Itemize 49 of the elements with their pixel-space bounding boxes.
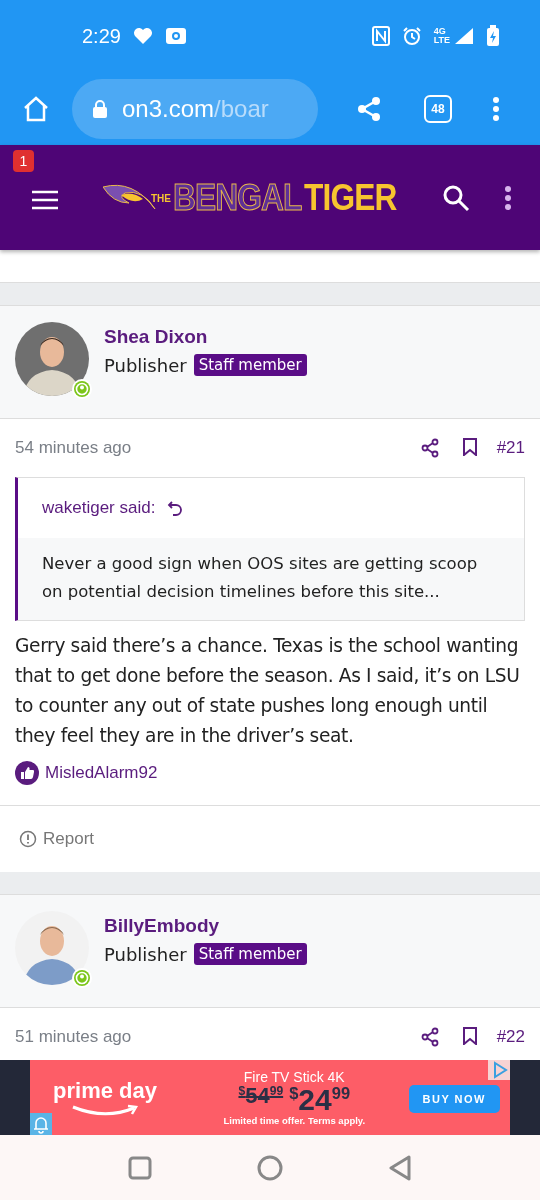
more-icon[interactable] — [504, 185, 512, 210]
share-icon[interactable] — [420, 438, 439, 458]
like-icon — [15, 761, 39, 785]
user-title: Publisher — [104, 354, 187, 376]
menu-icon[interactable] — [31, 189, 59, 210]
lock-icon — [92, 98, 108, 119]
ad-brand: prime day — [53, 1077, 157, 1104]
ad-product: Fire TV Stick 4K — [243, 1069, 345, 1085]
heart-icon — [132, 27, 153, 45]
sale-price: $^{$}$24$^{99}$ — [289, 1085, 351, 1115]
alarm-icon — [401, 26, 422, 46]
logo-small-text: THE — [151, 192, 171, 204]
network-type: 4G LTE — [433, 27, 450, 45]
quote-author[interactable]: waketiger said: — [42, 498, 156, 518]
bookmark-icon[interactable] — [462, 438, 477, 456]
staff-badge: Staff member — [193, 354, 307, 376]
home-icon[interactable] — [22, 94, 50, 123]
smile-arrow-icon — [70, 1103, 140, 1118]
staff-badge: Staff member — [193, 943, 307, 965]
post-body: Gerry said there’s a chance. Texas is the school wanting that to get done before the season. As I said, it’s on LSU to counter any out of state pushes long enough until they feel they are in the driver’s seat. — [15, 634, 521, 748]
bookmark-icon[interactable] — [462, 1027, 477, 1045]
report-link[interactable]: Report — [0, 806, 95, 872]
reaction-user[interactable]: MisledAlarm92 — [45, 763, 158, 783]
camera-icon — [164, 27, 187, 45]
search-icon[interactable] — [442, 183, 470, 212]
home-icon[interactable] — [257, 1154, 283, 1181]
post-time: 54 minutes ago — [15, 438, 132, 458]
back-icon[interactable] — [388, 1154, 412, 1181]
battery-icon — [486, 25, 500, 47]
recents-icon[interactable] — [128, 1155, 152, 1180]
logo-text: BENGAL — [173, 176, 302, 219]
signal-icon — [454, 27, 474, 45]
share-icon[interactable] — [420, 1027, 439, 1047]
ad-fine-print: Limited time offer. Terms apply. — [223, 1115, 366, 1126]
clock: 2:29 — [82, 24, 121, 48]
author-name[interactable]: BillyEmbody — [104, 915, 307, 937]
nfc-icon — [371, 26, 390, 46]
post-number[interactable]: #21 — [496, 438, 525, 458]
user-title: Publisher — [104, 943, 187, 965]
notification-badge: 1 — [13, 149, 34, 172]
old-price: $^{$}$54$^{99}$ — [238, 1085, 284, 1111]
post-number[interactable]: #22 — [496, 1027, 525, 1047]
author-name[interactable]: Shea Dixon — [104, 326, 307, 348]
logo-text: TIGER — [304, 176, 397, 219]
undo-arrow-icon[interactable] — [167, 500, 184, 516]
post-time: 51 minutes ago — [15, 1027, 132, 1047]
more-icon[interactable] — [492, 96, 500, 121]
quote-text: Never a good sign when OOS sites are getting scoop on potential decision timelines before this site... — [18, 538, 524, 620]
alert-icon — [19, 830, 37, 848]
